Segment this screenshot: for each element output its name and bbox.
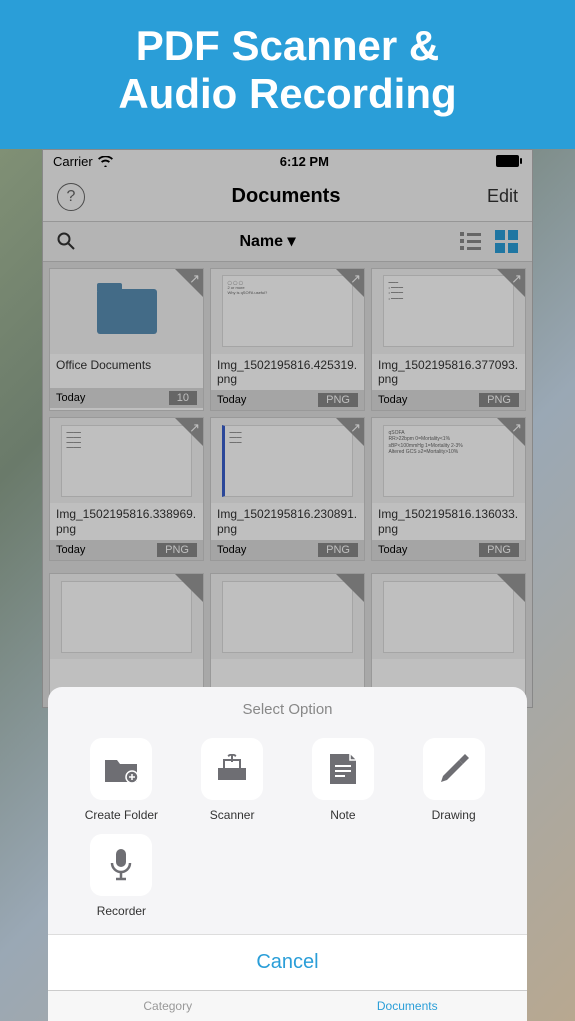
option-label: Drawing	[432, 808, 476, 822]
share-arrow-icon: ↗	[511, 271, 522, 287]
scanner-icon	[201, 738, 263, 800]
doc-thumb: ━━━━━━━━━━━━━━━	[222, 425, 352, 497]
promo-line1: PDF Scanner &	[10, 22, 565, 70]
doc-thumb: ━━━━━━━━━━━━━━━━━━━━━━━━	[61, 425, 191, 497]
tab-bar: Category Documents	[48, 990, 527, 1021]
item-date: Today	[217, 544, 246, 556]
option-label: Create Folder	[85, 808, 158, 822]
item-date: Today	[378, 394, 407, 406]
folder-icon	[97, 289, 157, 334]
doc-thumb: ━━━━• ━━━━━• ━━━━━• ━━━━━	[383, 275, 513, 347]
option-create-folder[interactable]: Create Folder	[66, 732, 177, 828]
item-name: Img_1502195816.425319.png	[211, 354, 364, 391]
promo-line2: Audio Recording	[10, 70, 565, 118]
grid-item-folder[interactable]: ↗ Office Documents Today 10	[49, 268, 204, 412]
status-bar: Carrier 6:12 PM	[43, 150, 532, 173]
search-button[interactable]	[57, 232, 75, 250]
grid-item[interactable]	[371, 573, 526, 701]
item-name: Office Documents	[50, 354, 203, 388]
cancel-button[interactable]: Cancel	[48, 934, 527, 990]
nav-bar: ? Documents Edit	[43, 173, 532, 222]
option-label: Scanner	[210, 808, 255, 822]
share-arrow-icon: ↗	[511, 420, 522, 436]
edit-button[interactable]: Edit	[487, 186, 518, 207]
option-recorder[interactable]: Recorder	[66, 828, 177, 924]
item-badge: 10	[169, 391, 197, 405]
help-button[interactable]: ?	[57, 183, 85, 211]
phone-screen: Carrier 6:12 PM ? Documents Edit Name ▾	[42, 149, 533, 709]
item-name: Img_1502195816.136033.png	[372, 503, 525, 540]
grid-item[interactable]	[210, 573, 365, 701]
grid-item[interactable]: ◯ ◯ ◯2 or moreWhy is qSOFA useful?↗ Img_…	[210, 268, 365, 412]
item-name: Img_1502195816.377093.png	[372, 354, 525, 391]
promo-banner: PDF Scanner & Audio Recording	[0, 0, 575, 149]
item-badge: PNG	[318, 543, 358, 557]
item-date: Today	[56, 544, 85, 556]
status-time: 6:12 PM	[280, 154, 329, 169]
doc-thumb: ◯ ◯ ◯2 or moreWhy is qSOFA useful?	[222, 275, 352, 347]
share-arrow-icon: ↗	[350, 271, 361, 287]
option-label: Recorder	[97, 904, 146, 918]
grid-item[interactable]: ━━━━━━━━━━━━━━━↗ Img_1502195816.230891.p…	[210, 417, 365, 561]
item-name: Img_1502195816.230891.png	[211, 503, 364, 540]
pen-icon	[423, 738, 485, 800]
tab-category[interactable]: Category	[48, 991, 288, 1021]
item-badge: PNG	[157, 543, 197, 557]
page-title: Documents	[232, 185, 341, 208]
option-drawing[interactable]: Drawing	[398, 732, 509, 828]
grid-view-button[interactable]	[495, 230, 518, 253]
grid-item[interactable]: ━━━━• ━━━━━• ━━━━━• ━━━━━↗ Img_150219581…	[371, 268, 526, 412]
folder-plus-icon	[90, 738, 152, 800]
option-scanner[interactable]: Scanner	[177, 732, 288, 828]
item-date: Today	[56, 392, 85, 404]
battery-icon	[496, 155, 522, 167]
wifi-icon	[98, 156, 113, 167]
item-badge: PNG	[479, 543, 519, 557]
grid-item[interactable]	[49, 573, 204, 701]
option-label: Note	[330, 808, 355, 822]
share-arrow-icon: ↗	[350, 420, 361, 436]
action-sheet: Select Option Create Folder Scanner Note	[42, 687, 533, 1021]
item-date: Today	[378, 544, 407, 556]
item-date: Today	[217, 394, 246, 406]
doc-thumb: qSOFARR>22bpm 0=Mortality<1%sBP<100mmHg …	[383, 425, 513, 497]
note-icon	[312, 738, 374, 800]
sheet-title: Select Option	[48, 701, 527, 732]
documents-grid: ↗ Office Documents Today 10 ◯ ◯ ◯2 or mor…	[43, 262, 532, 568]
list-view-button[interactable]	[460, 232, 481, 250]
option-note[interactable]: Note	[288, 732, 399, 828]
sort-dropdown[interactable]: Name ▾	[239, 231, 295, 251]
item-badge: PNG	[318, 393, 358, 407]
tab-documents[interactable]: Documents	[288, 991, 528, 1021]
item-badge: PNG	[479, 393, 519, 407]
carrier-label: Carrier	[53, 154, 93, 169]
share-arrow-icon: ↗	[189, 271, 200, 287]
grid-item[interactable]: qSOFARR>22bpm 0=Mortality<1%sBP<100mmHg …	[371, 417, 526, 561]
item-name: Img_1502195816.338969.png	[50, 503, 203, 540]
share-arrow-icon: ↗	[189, 420, 200, 436]
sort-bar: Name ▾	[43, 222, 532, 262]
microphone-icon	[90, 834, 152, 896]
grid-item[interactable]: ━━━━━━━━━━━━━━━━━━━━━━━━↗ Img_1502195816…	[49, 417, 204, 561]
